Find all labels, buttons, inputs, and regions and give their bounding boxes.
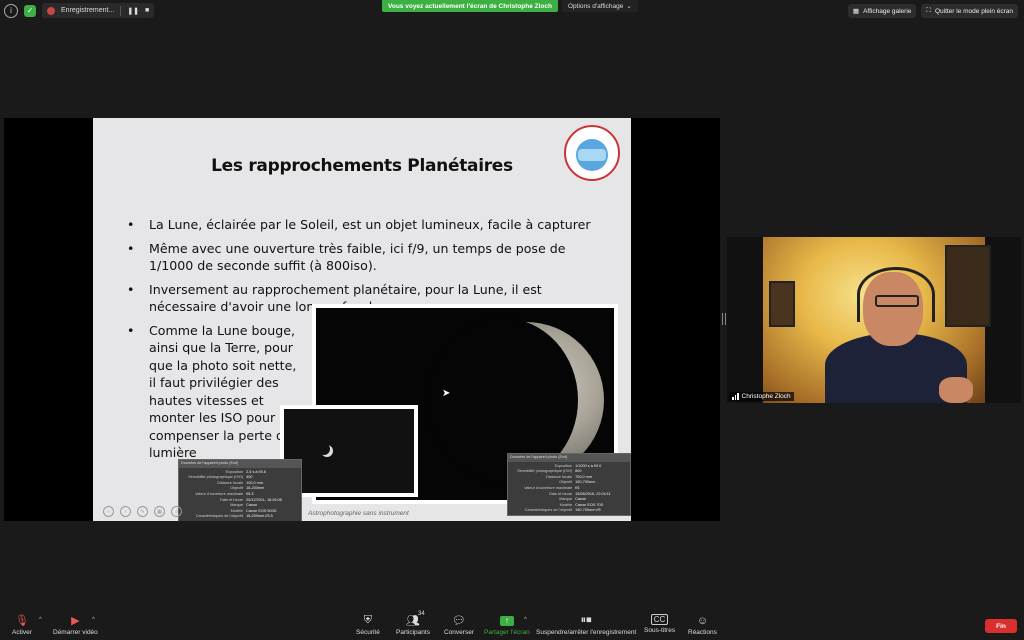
pen-icon[interactable]: ✎ bbox=[137, 506, 148, 517]
bullet-item: Même avec une ouverture très faible, ici… bbox=[123, 240, 603, 275]
photo-caption: Astrophotographie sans instrument bbox=[308, 510, 409, 517]
exif-key: Caractéristiques de l'objectif bbox=[195, 514, 244, 519]
glasses bbox=[875, 295, 919, 307]
security-label: Sécurité bbox=[356, 629, 380, 636]
recording-indicator: Enregistrement... ❚❚ ■ bbox=[42, 3, 155, 18]
chat-label: Converser bbox=[444, 629, 474, 636]
participant-name-tag: Christophe Zloch bbox=[729, 392, 794, 401]
reactions-label: Réactions bbox=[688, 629, 717, 636]
smiley-icon: ☺︎ bbox=[696, 614, 709, 627]
slides-grid-icon[interactable]: ▦ bbox=[154, 506, 165, 517]
chat-icon: 💬︎ bbox=[452, 615, 466, 627]
exit-fullscreen-icon: ⛶ bbox=[926, 7, 931, 14]
view-options-button[interactable]: Options d'affichage ⌄ bbox=[562, 0, 638, 12]
exif-value: 150-700mm f/5 bbox=[575, 508, 601, 513]
participants-count: 34 bbox=[418, 611, 425, 617]
zoom-icon[interactable]: ⌕ bbox=[171, 506, 182, 517]
viewing-screen-banner: Vous voyez actuellement l'écran de Chris… bbox=[382, 0, 558, 12]
mic-muted-icon: 🎙︎ bbox=[14, 615, 29, 627]
gallery-view-button[interactable]: ▦ Affichage galerie bbox=[847, 4, 917, 18]
video-off-icon: ▶︎ bbox=[71, 615, 80, 627]
participant-video[interactable]: Christophe Zloch bbox=[727, 237, 1021, 403]
presentation-slide: Les rapprochements Planétaires La Lune, … bbox=[93, 118, 631, 521]
start-video-label: Démarrer vidéo bbox=[53, 629, 98, 636]
exif-panel-right: Données de l'appareil photo (Exif) Expos… bbox=[507, 453, 631, 516]
chevron-down-icon: ⌄ bbox=[626, 3, 632, 10]
unmute-button[interactable]: 🎙︎ Activer bbox=[12, 614, 32, 636]
wall-picture bbox=[769, 281, 795, 327]
participant-name: Christophe Zloch bbox=[741, 393, 791, 400]
captions-label: Sous-titres bbox=[644, 627, 676, 634]
share-screen-button[interactable]: ↑ Partager l'écran bbox=[484, 614, 530, 636]
grid-icon: ▦ bbox=[852, 8, 860, 15]
participants-icon: 👥︎ 34 bbox=[406, 611, 425, 627]
view-options-label: Options d'affichage bbox=[568, 2, 624, 10]
signal-icon bbox=[732, 393, 739, 400]
panel-resize-handle[interactable] bbox=[722, 313, 726, 325]
unmute-label: Activer bbox=[12, 629, 32, 636]
exif-value: 18-200mm f/3.5 bbox=[246, 514, 273, 519]
recording-dot-icon bbox=[47, 6, 55, 15]
pause-stop-icon: ⏸︎⏹︎ bbox=[580, 614, 592, 626]
exif-header: Données de l'appareil photo (Exif) bbox=[508, 454, 630, 462]
exif-header: Données de l'appareil photo (Exif) bbox=[179, 460, 301, 468]
pause-stop-recording-label: Suspendre/arrêter l'enregistrement bbox=[536, 629, 637, 636]
captions-button[interactable]: CC Sous-titres bbox=[644, 614, 675, 634]
info-icon[interactable]: i bbox=[4, 3, 18, 18]
participants-label: Participants bbox=[396, 629, 430, 636]
audio-options-caret[interactable]: ^ bbox=[39, 617, 42, 623]
cc-icon: CC bbox=[650, 614, 669, 625]
bullet-item: Comme la Lune bouge, ainsi que la Terre,… bbox=[123, 322, 299, 462]
stop-recording-icon[interactable]: ■ bbox=[145, 7, 149, 14]
reactions-button[interactable]: ☺︎ Réactions bbox=[688, 614, 717, 637]
share-options-caret[interactable]: ^ bbox=[524, 617, 527, 623]
top-left-status: i ✓ Enregistrement... ❚❚ ■ bbox=[4, 3, 155, 18]
share-screen-label: Partager l'écran bbox=[484, 629, 530, 636]
shield-icon: ⛨ bbox=[363, 614, 373, 626]
participants-button[interactable]: 👥︎ 34 Participants bbox=[396, 611, 430, 636]
top-right-controls: ▦ Affichage galerie ⛶ Quitter le mode pl… bbox=[847, 4, 1018, 18]
shared-screen[interactable]: Les rapprochements Planétaires La Lune, … bbox=[4, 118, 720, 521]
security-button[interactable]: ⛨ Sécurité bbox=[356, 614, 380, 636]
divider bbox=[120, 5, 122, 16]
end-meeting-button[interactable]: Fin bbox=[985, 619, 1017, 633]
video-options-caret[interactable]: ^ bbox=[92, 617, 95, 623]
exif-panel-left: Données de l'appareil photo (Exif) Expos… bbox=[178, 459, 302, 521]
shield-icon[interactable]: ✓ bbox=[24, 4, 36, 17]
pause-stop-recording-button[interactable]: ⏸︎⏹︎ Suspendre/arrêter l'enregistrement bbox=[536, 614, 636, 636]
exif-key: Caractéristiques de l'objectif bbox=[524, 508, 573, 513]
exif-row: Caractéristiques de l'objectif 150-700mm … bbox=[510, 508, 628, 514]
person-hand bbox=[939, 377, 973, 403]
bullet-item: La Lune, éclairée par le Soleil, est un … bbox=[123, 216, 603, 234]
recording-label: Enregistrement... bbox=[61, 7, 115, 14]
mouse-cursor-icon: ➤ bbox=[442, 388, 451, 399]
exit-fullscreen-label: Quitter le mode plein écran bbox=[934, 7, 1013, 15]
share-screen-icon: ↑ bbox=[499, 614, 514, 627]
exit-fullscreen-button[interactable]: ⛶ Quitter le mode plein écran bbox=[921, 4, 1018, 18]
next-slide-icon[interactable]: › bbox=[120, 506, 131, 517]
chat-button[interactable]: 💬︎ Converser bbox=[444, 614, 474, 636]
wall-picture bbox=[945, 245, 991, 327]
pause-recording-icon[interactable]: ❚❚ bbox=[127, 7, 139, 15]
slide-title: Les rapprochements Planétaires bbox=[211, 156, 513, 176]
gallery-view-label: Affichage galerie bbox=[863, 7, 912, 15]
slide-controls: ‹ › ✎ ▦ ⌕ bbox=[103, 506, 182, 517]
previous-slide-icon[interactable]: ‹ bbox=[103, 506, 114, 517]
crescent-shadow bbox=[318, 443, 330, 455]
video-feed bbox=[763, 237, 991, 403]
exif-row: Caractéristiques de l'objectif 18-200mm f… bbox=[181, 514, 299, 520]
